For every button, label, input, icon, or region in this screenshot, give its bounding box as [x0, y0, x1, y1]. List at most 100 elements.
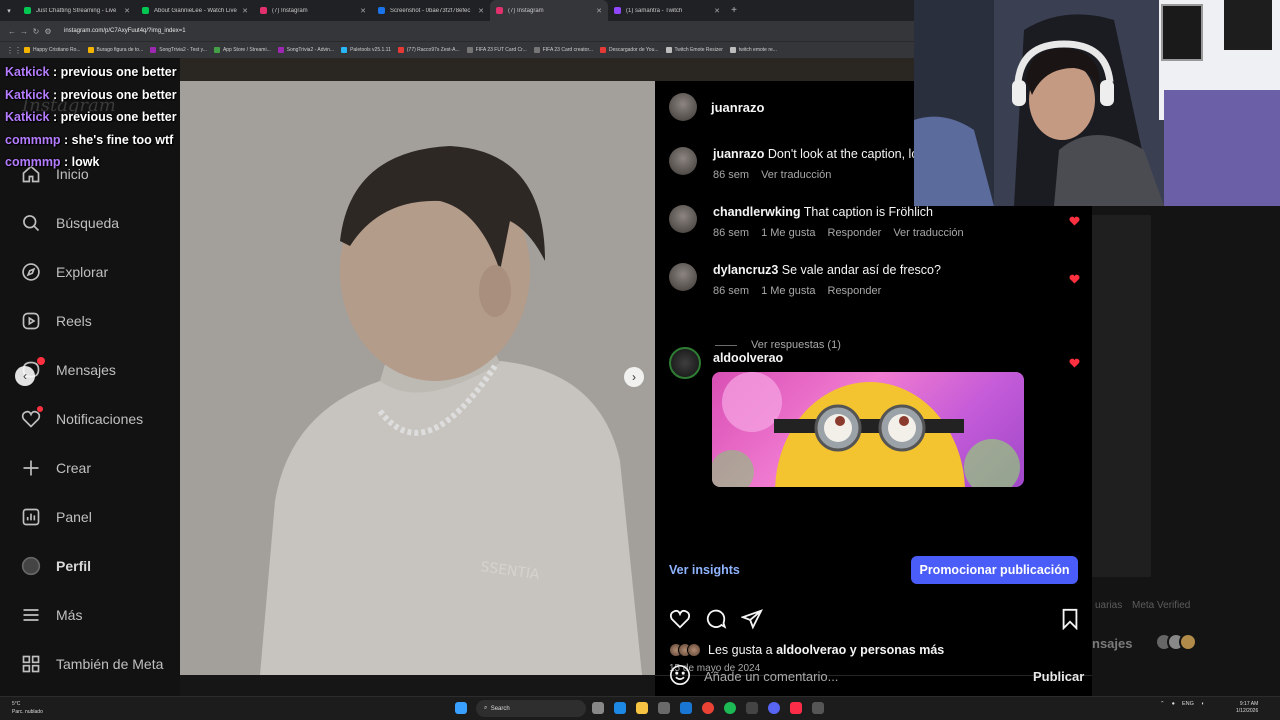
reload-icon[interactable]: ↻	[30, 27, 42, 36]
back-icon[interactable]: ←	[6, 27, 18, 36]
close-tab-icon[interactable]: ✕	[360, 7, 366, 15]
comment-meta-item[interactable]: Ver traducción	[761, 169, 831, 181]
comment-meta-item: 86 sem	[713, 169, 750, 181]
bookmark-item[interactable]: App Store / Streami...	[213, 47, 271, 53]
footer-link[interactable]: uarias	[1095, 600, 1122, 611]
sidebar-item-dashboard[interactable]: Panel	[20, 504, 92, 530]
meta-icon	[20, 653, 42, 675]
obs-icon[interactable]	[746, 702, 758, 714]
share-send-icon[interactable]	[741, 608, 763, 630]
mail-icon[interactable]	[680, 702, 692, 714]
publish-button[interactable]: Publicar	[1033, 669, 1084, 684]
author-avatar[interactable]	[669, 93, 697, 121]
close-tab-icon[interactable]: ✕	[478, 7, 484, 15]
site-info-icon[interactable]: ⚙	[42, 27, 54, 36]
bookmark-item[interactable]: SongTrivia2 - Advin...	[277, 47, 334, 53]
mic-icon[interactable]: ●	[1172, 701, 1175, 707]
comment-liked-heart-icon[interactable]	[1069, 358, 1080, 368]
carousel-next-button[interactable]: ›	[624, 367, 644, 387]
bookmark-item[interactable]: twitch emote re...	[729, 47, 777, 53]
spotify-icon[interactable]	[724, 702, 736, 714]
comment-meta-item[interactable]: Ver traducción	[893, 227, 963, 239]
bookmark-item[interactable]: Happy Cristiano Ro...	[24, 47, 81, 53]
likes-username[interactable]: aldoolverao	[776, 643, 846, 657]
footer-link[interactable]: Meta Verified	[1132, 600, 1190, 611]
messages-dock-label[interactable]: nsajes	[1092, 636, 1132, 651]
view-insights-link[interactable]: Ver insights	[669, 563, 740, 577]
bookmark-item[interactable]: FIFA 23 Card creator...	[533, 47, 593, 53]
bookmark-item[interactable]: SongTrivia2 - Test y...	[150, 47, 207, 53]
sidebar-item-reels[interactable]: Reels	[20, 308, 92, 334]
author-username[interactable]: juanrazo	[711, 100, 764, 115]
emoji-icon[interactable]	[669, 664, 691, 686]
browser-tab[interactable]: (1) samantra - Twitch ✕	[608, 0, 726, 21]
post-image[interactable]: SSENTIA	[180, 81, 655, 675]
commenter-username[interactable]: chandlerwking	[713, 205, 801, 219]
browser-tab[interactable]: (7) Instagram ✕	[490, 0, 608, 21]
new-tab-button[interactable]: +	[726, 5, 742, 16]
volume-icon[interactable]: ◖	[1201, 701, 1204, 707]
commenter-avatar[interactable]	[669, 147, 697, 175]
store-icon[interactable]	[658, 702, 670, 714]
apps-icon[interactable]: ⋮⋮	[6, 46, 22, 55]
like-heart-icon[interactable]	[669, 608, 691, 630]
commenter-avatar[interactable]	[669, 347, 701, 379]
bookmark-item[interactable]: (77) Racco97s Zest-A...	[397, 47, 460, 53]
browser-tab[interactable]: Just Chatting Streaming - Live ✕	[18, 0, 136, 21]
forward-icon[interactable]: →	[18, 27, 30, 36]
bookmark-favicon-icon	[397, 47, 404, 53]
taskbar-search[interactable]: ⌕ Search	[476, 700, 586, 717]
tray-chevron-icon[interactable]: ⌃	[1160, 701, 1165, 707]
sidebar-item-search[interactable]: Búsqueda	[20, 210, 119, 236]
carousel-prev-button[interactable]: ‹	[15, 366, 35, 386]
bookmark-item[interactable]: Paletools v25.1.11	[341, 47, 391, 53]
close-tab-icon[interactable]: ✕	[596, 7, 602, 15]
clock[interactable]: 9:17 AM 1/12/2026	[1236, 701, 1258, 715]
file-explorer-icon[interactable]	[636, 702, 648, 714]
tab-list-chevron-icon[interactable]: ▾	[0, 7, 18, 15]
comment-bubble-icon[interactable]	[705, 608, 727, 630]
save-bookmark-icon[interactable]	[1059, 608, 1081, 635]
bookmark-item[interactable]: Descargador de You...	[600, 47, 659, 53]
bookmark-item[interactable]: Burago figura de to...	[87, 47, 143, 53]
sidebar-item-compass[interactable]: Explorar	[20, 259, 108, 285]
comment-meta-item[interactable]: Responder	[828, 285, 882, 297]
close-tab-icon[interactable]: ✕	[242, 7, 248, 15]
promote-post-button[interactable]: Promocionar publicación	[911, 556, 1078, 584]
browser-tab[interactable]: Screenshot - 0bae73f2f78efec ✕	[372, 0, 490, 21]
likes-suffix[interactable]: y personas más	[846, 643, 945, 657]
commenter-username[interactable]: juanrazo	[713, 147, 764, 161]
chrome-icon[interactable]	[702, 702, 714, 714]
edge-icon[interactable]	[614, 702, 626, 714]
close-tab-icon[interactable]: ✕	[124, 7, 130, 15]
comment-input[interactable]: Añade un comentario...	[704, 669, 838, 684]
browser-tab[interactable]: (7) Instagram ✕	[254, 0, 372, 21]
comment-liked-heart-icon[interactable]	[1069, 216, 1080, 226]
start-icon[interactable]	[455, 702, 467, 714]
comment-meta-item[interactable]: Responder	[828, 227, 882, 239]
bookmark-item[interactable]: FIFA 23 FUT Card Cr...	[466, 47, 527, 53]
task-view-icon[interactable]	[592, 702, 604, 714]
tab-title: Just Chatting Streaming - Live	[36, 7, 117, 14]
bookmark-item[interactable]: Twitch Emote Resizer	[665, 47, 723, 53]
commenter-avatar[interactable]	[669, 263, 697, 291]
close-tab-icon[interactable]: ✕	[714, 7, 720, 15]
language-indicator[interactable]: ENG	[1182, 701, 1194, 707]
commenter-username[interactable]: dylancruz3	[713, 263, 778, 277]
url-field[interactable]: instagram.com/p/C7AxyFuut4q/?img_index=1	[64, 28, 186, 34]
commenter-avatar[interactable]	[669, 205, 697, 233]
sidebar-item-avatar[interactable]: Perfil	[20, 553, 91, 579]
comment-liked-heart-icon[interactable]	[1069, 274, 1080, 284]
comment-meta-item[interactable]: 1 Me gusta	[761, 227, 815, 239]
browser-tab[interactable]: About GiannieLee - Watch Live ✕	[136, 0, 254, 21]
comment-meta-item[interactable]: 1 Me gusta	[761, 285, 815, 297]
music-icon[interactable]	[790, 702, 802, 714]
app-icon[interactable]	[812, 702, 824, 714]
weather-widget[interactable]: 5°C Parc. nublado	[12, 700, 43, 716]
sidebar-item-plus[interactable]: Crear	[20, 455, 91, 481]
commenter-username[interactable]: aldoolverao	[713, 351, 783, 365]
sidebar-item-menu[interactable]: Más	[20, 602, 82, 628]
comment-gif[interactable]	[712, 372, 1024, 487]
sidebar-item-meta[interactable]: También de Meta	[20, 651, 163, 677]
discord-icon[interactable]	[768, 702, 780, 714]
